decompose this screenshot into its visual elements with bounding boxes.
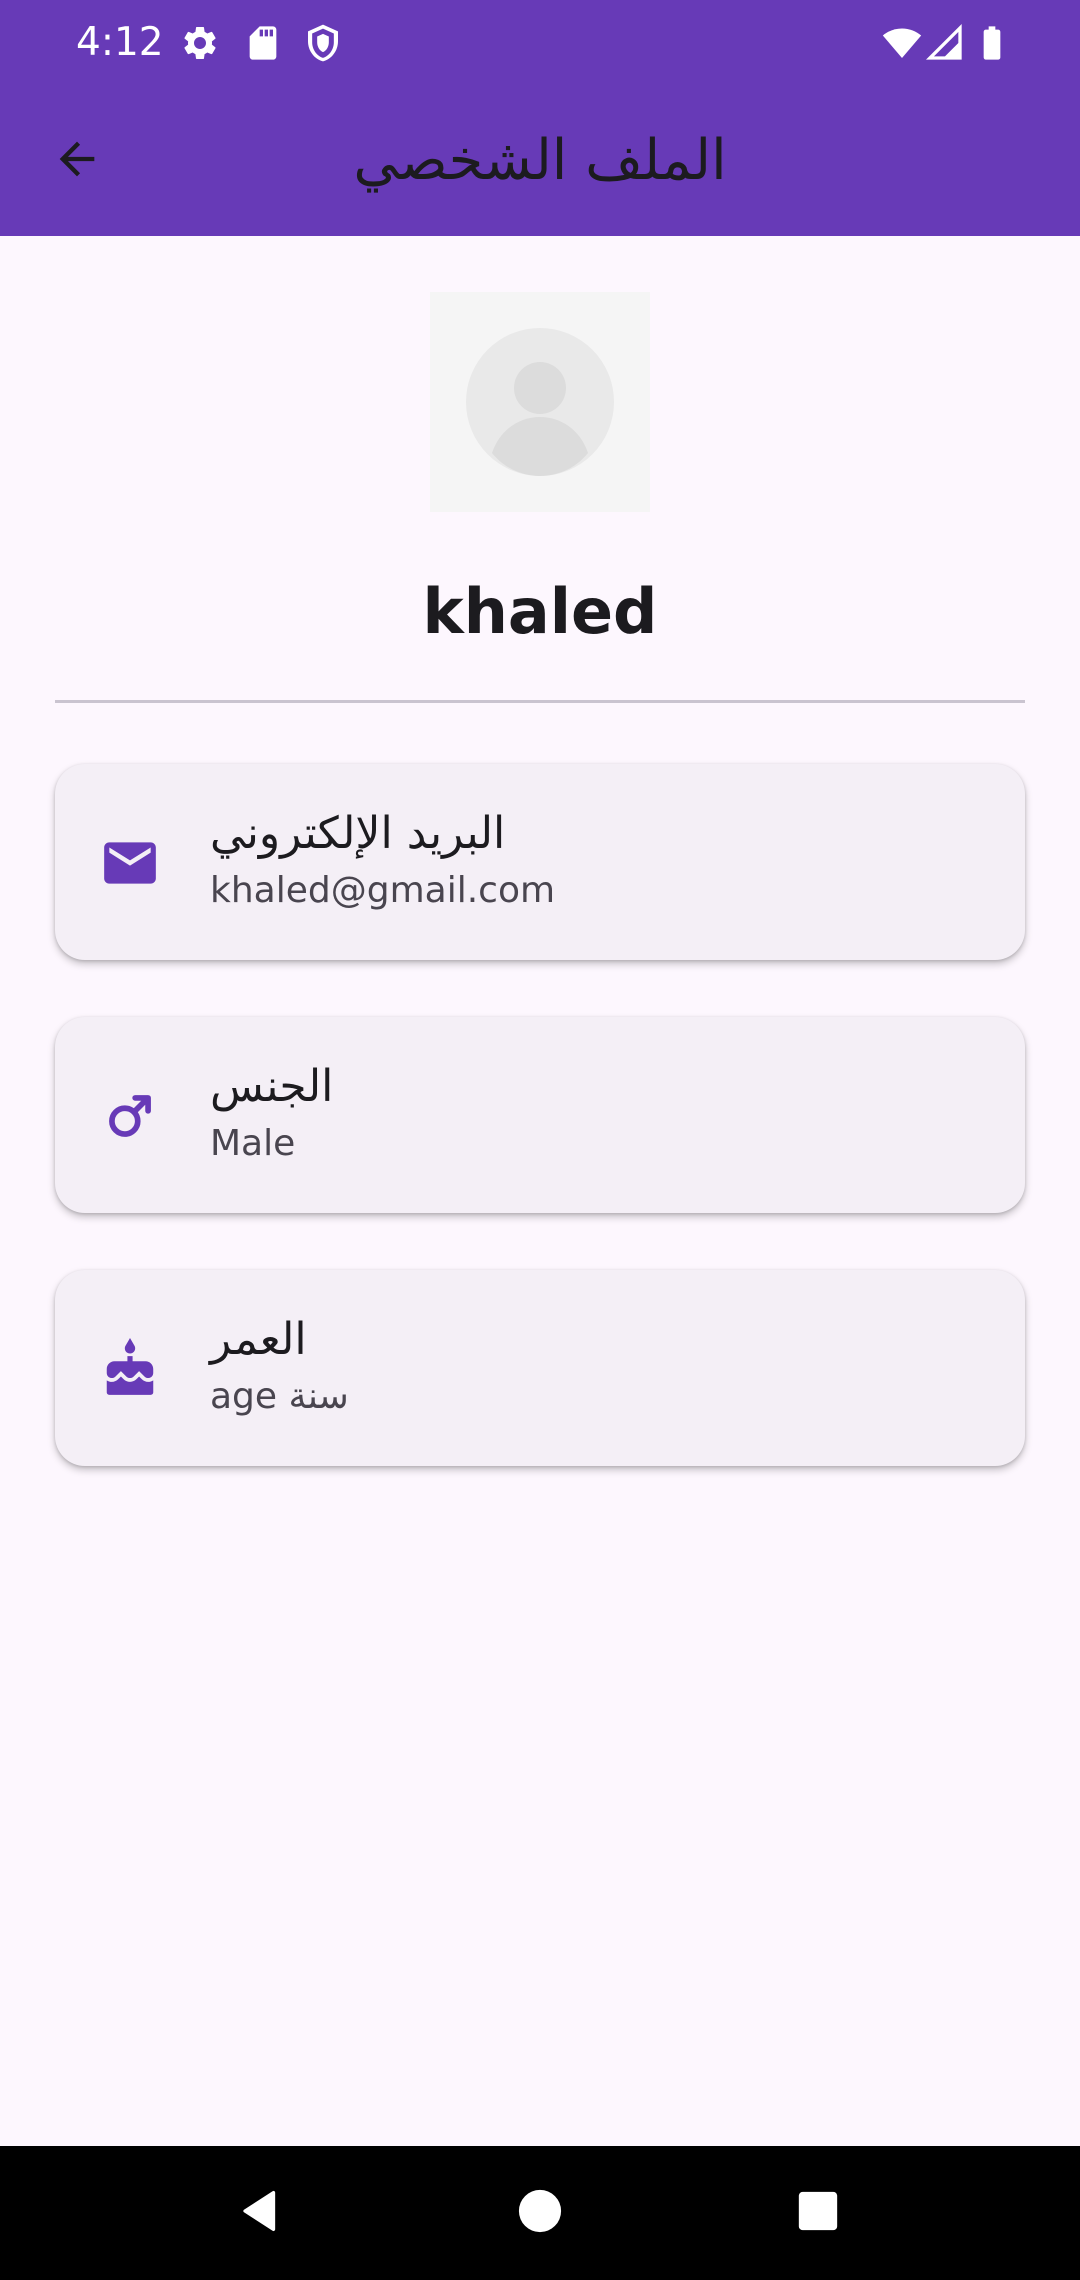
cellular-signal-icon: [925, 23, 965, 63]
back-button[interactable]: [38, 122, 116, 200]
nav-recents-button[interactable]: [783, 2178, 853, 2248]
person-placeholder-icon: [430, 292, 650, 512]
system-nav-bar: [0, 2146, 1080, 2280]
email-icon: [99, 832, 161, 894]
app-bar: الملف الشخصي: [0, 86, 1080, 236]
gender-value: Male: [210, 1123, 296, 1164]
gender-card: الجنس Male: [55, 1017, 1025, 1213]
gender-label: الجنس: [210, 1061, 334, 1112]
sd-card-icon: [243, 23, 283, 63]
cake-icon: [99, 1338, 161, 1400]
status-time: 4:12: [76, 20, 164, 65]
wifi-icon: [882, 23, 922, 63]
email-label: البريد الإلكتروني: [210, 808, 506, 859]
battery-icon: [972, 23, 1012, 63]
arrow-back-icon: [51, 133, 103, 189]
recents-square-icon: [795, 2188, 841, 2238]
page-title: الملف الشخصي: [353, 128, 727, 193]
age-label: العمر: [210, 1314, 307, 1365]
shield-icon: [303, 23, 343, 63]
male-icon: [99, 1085, 161, 1147]
divider: [55, 700, 1025, 703]
age-value: age سنة: [210, 1376, 349, 1417]
email-card: البريد الإلكتروني khaled@gmail.com: [55, 764, 1025, 960]
back-triangle-icon: [234, 2185, 286, 2241]
gear-icon: [180, 23, 220, 63]
nav-home-button[interactable]: [505, 2178, 575, 2248]
age-card: العمر age سنة: [55, 1270, 1025, 1466]
email-value: khaled@gmail.com: [210, 870, 556, 911]
status-bar: 4:12: [0, 0, 1080, 86]
nav-back-button[interactable]: [225, 2178, 295, 2248]
profile-content: khaled البريد الإلكتروني khaled@gmail.co…: [0, 236, 1080, 2146]
avatar: [430, 292, 650, 512]
home-circle-icon: [517, 2188, 563, 2238]
profile-name: khaled: [422, 575, 658, 648]
